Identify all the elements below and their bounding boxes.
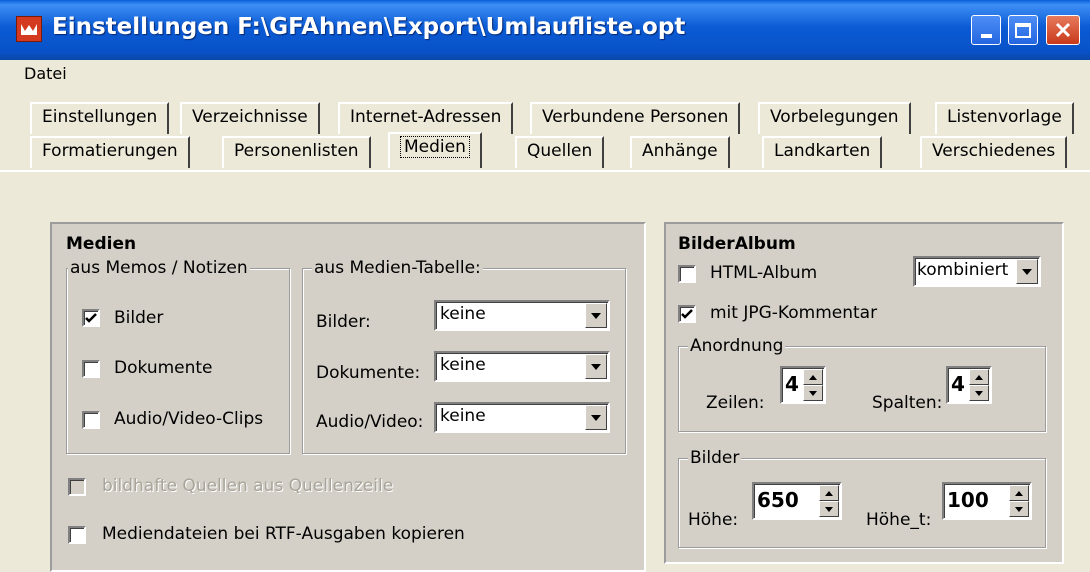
- tab-verbundene-personen[interactable]: Verbundene Personen: [530, 102, 741, 134]
- audio-video-checkbox[interactable]: [82, 411, 100, 429]
- tab-label: Verschiedenes: [932, 141, 1056, 161]
- tab-label: Anhänge: [642, 141, 718, 161]
- minimize-icon: [980, 34, 992, 38]
- bilderalbum-heading: BilderAlbum: [678, 234, 796, 254]
- chevron-down-icon[interactable]: [585, 405, 607, 430]
- hoehe-t-spinner[interactable]: 100: [942, 482, 1032, 520]
- bildhafte-quellen-checkbox[interactable]: [68, 478, 86, 496]
- tab-verzeichnisse[interactable]: Verzeichnisse: [180, 102, 320, 134]
- check-icon: [681, 309, 693, 319]
- maximize-icon: [1015, 22, 1031, 38]
- menu-bar: [0, 60, 1090, 90]
- tab-anhaenge[interactable]: Anhänge: [630, 136, 730, 168]
- tab-label: Formatierungen: [42, 141, 178, 161]
- tab-divider: [0, 170, 1090, 172]
- audio-video-label: Audio/Video-Clips: [114, 409, 264, 429]
- tabelle-audio-video-label: Audio/Video:: [316, 412, 424, 432]
- tab-label: Verbundene Personen: [542, 107, 729, 127]
- spin-down-icon[interactable]: [819, 501, 839, 517]
- chevron-down-icon[interactable]: [1016, 259, 1038, 284]
- tab-label: Listenvorlage: [947, 107, 1062, 127]
- hoehe-t-label: Höhe_t:: [866, 510, 932, 530]
- dokumente-label: Dokumente: [114, 358, 213, 378]
- bilder-label: Bilder: [114, 308, 164, 328]
- tabelle-dokumente-label: Dokumente:: [316, 363, 421, 383]
- spin-up-icon[interactable]: [803, 369, 823, 385]
- maximize-button[interactable]: [1008, 15, 1038, 45]
- tab-label: Quellen: [527, 141, 593, 161]
- tab-quellen[interactable]: Quellen: [515, 136, 605, 168]
- tabelle-bilder-select[interactable]: keine: [434, 300, 610, 331]
- tab-einstellungen[interactable]: Einstellungen: [30, 102, 170, 134]
- app-icon[interactable]: [16, 16, 42, 42]
- html-album-label: HTML-Album: [710, 263, 818, 283]
- tab-medien[interactable]: Medien: [388, 132, 482, 168]
- medien-heading: Medien: [66, 234, 137, 254]
- tab-label: Vorbelegungen: [770, 107, 899, 127]
- spin-down-icon[interactable]: [803, 385, 823, 401]
- spinner-value: 4: [951, 372, 965, 396]
- tab-label: Landkarten: [774, 141, 871, 161]
- menu-datei[interactable]: Datei: [24, 64, 67, 83]
- zeilen-label: Zeilen:: [706, 393, 765, 413]
- hoehe-spinner[interactable]: 650: [752, 482, 842, 520]
- chevron-down-icon[interactable]: [585, 303, 607, 328]
- spalten-label: Spalten:: [872, 393, 943, 413]
- medien-tabelle-label: aus Medien-Tabelle:: [312, 258, 483, 278]
- tab-listenvorlage[interactable]: Listenvorlage: [935, 102, 1074, 134]
- zeilen-spinner[interactable]: 4: [780, 366, 826, 404]
- bildhafte-quellen-label: bildhafte Quellen aus Quellenzeile: [102, 476, 394, 496]
- tabelle-bilder-label: Bilder:: [316, 312, 371, 332]
- jpg-kommentar-label: mit JPG-Kommentar: [710, 303, 878, 323]
- anordnung-label: Anordnung: [688, 336, 786, 356]
- tab-internet-adressen[interactable]: Internet-Adressen: [338, 102, 514, 134]
- select-value: keine: [440, 406, 486, 426]
- bilder-group-label: Bilder: [688, 448, 742, 468]
- spin-up-icon[interactable]: [819, 485, 839, 501]
- close-icon: [1055, 22, 1071, 38]
- spinner-value: 100: [947, 488, 989, 512]
- tab-formatierungen[interactable]: Formatierungen: [30, 136, 190, 168]
- album-mode-select[interactable]: kombiniert: [913, 256, 1041, 287]
- select-value: keine: [440, 355, 486, 375]
- jpg-kommentar-checkbox[interactable]: [678, 305, 696, 323]
- window-title: Einstellungen F:\GFAhnen\Export\Umlaufli…: [52, 14, 686, 40]
- check-icon: [85, 313, 97, 323]
- dokumente-checkbox[interactable]: [82, 360, 100, 378]
- close-button[interactable]: [1046, 15, 1080, 45]
- bilder-checkbox[interactable]: [82, 309, 100, 327]
- minimize-button[interactable]: [971, 15, 1001, 45]
- spinner-value: 4: [785, 372, 799, 396]
- tab-label: Personenlisten: [234, 141, 359, 161]
- spalten-spinner[interactable]: 4: [946, 366, 992, 404]
- tab-label: Medien: [400, 136, 470, 158]
- tab-vorbelegungen[interactable]: Vorbelegungen: [758, 102, 911, 134]
- tab-personenlisten[interactable]: Personenlisten: [222, 136, 371, 168]
- spin-down-icon[interactable]: [1009, 501, 1029, 517]
- select-value: kombiniert: [917, 260, 1009, 280]
- tabelle-dokumente-select[interactable]: keine: [434, 351, 610, 382]
- html-album-checkbox[interactable]: [678, 265, 696, 283]
- select-value: keine: [440, 304, 486, 324]
- spin-up-icon[interactable]: [1009, 485, 1029, 501]
- tab-label: Internet-Adressen: [350, 107, 502, 127]
- tab-landkarten[interactable]: Landkarten: [762, 136, 883, 168]
- rtf-kopieren-checkbox[interactable]: [68, 526, 86, 544]
- rtf-kopieren-label: Mediendateien bei RTF-Ausgaben kopieren: [102, 524, 465, 544]
- hoehe-label: Höhe:: [688, 510, 739, 530]
- tab-label: Einstellungen: [42, 107, 158, 127]
- spin-down-icon[interactable]: [969, 385, 989, 401]
- memos-group-label: aus Memos / Notizen: [68, 258, 250, 278]
- tab-verschiedenes[interactable]: Verschiedenes: [920, 136, 1068, 168]
- tab-label: Verzeichnisse: [192, 107, 308, 127]
- spin-up-icon[interactable]: [969, 369, 989, 385]
- chevron-down-icon[interactable]: [585, 354, 607, 379]
- tabelle-audio-video-select[interactable]: keine: [434, 402, 610, 433]
- spinner-value: 650: [757, 488, 799, 512]
